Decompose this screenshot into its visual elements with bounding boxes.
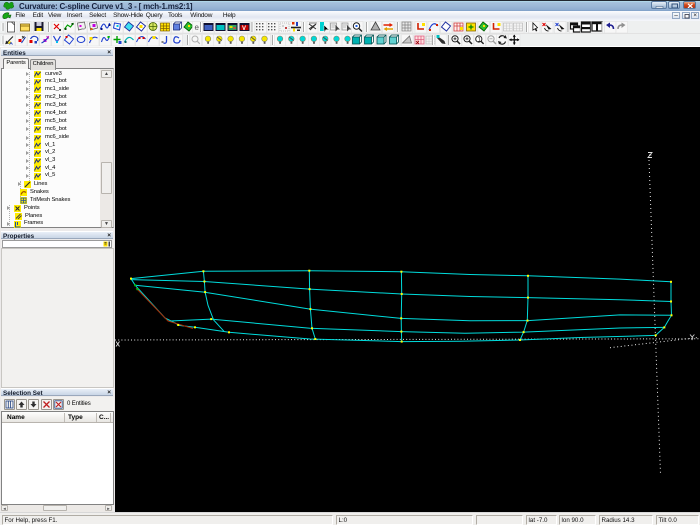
svg-text:V: V (242, 26, 246, 32)
svg-text:e: e (195, 23, 200, 32)
